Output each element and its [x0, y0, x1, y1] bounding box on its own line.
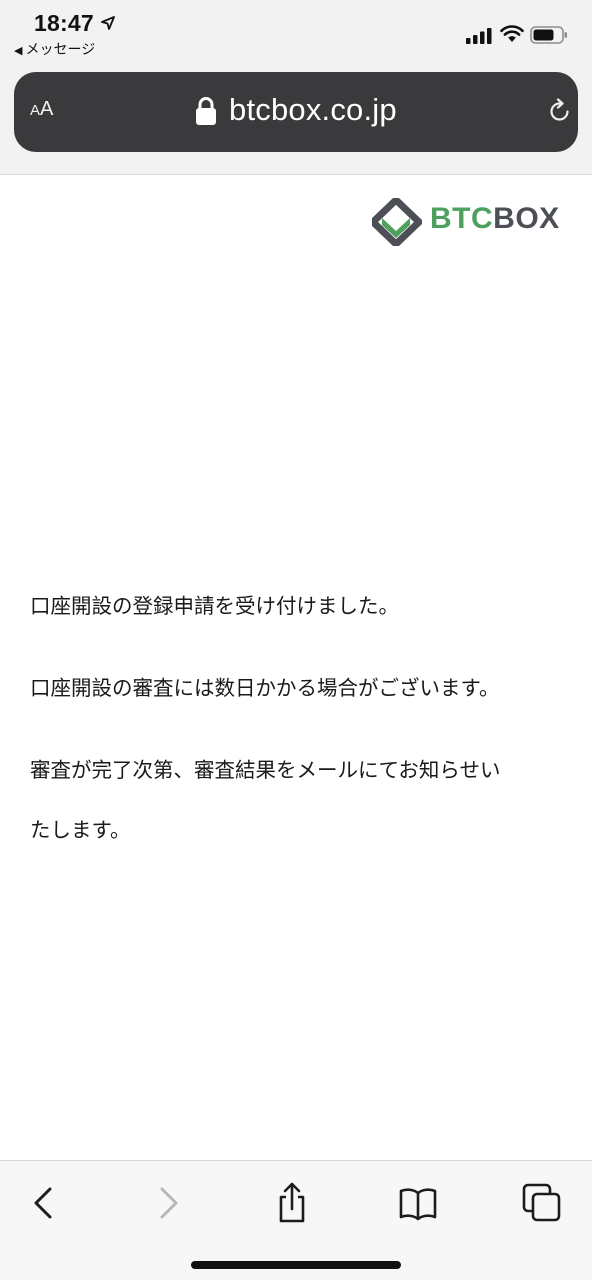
forward-icon[interactable]: [146, 1181, 190, 1225]
back-triangle-icon: ◀: [14, 44, 23, 57]
text-size-small-label: A: [30, 102, 41, 119]
back-app-label: メッセージ: [25, 42, 96, 58]
text-size-big-label: A: [40, 98, 54, 120]
lock-icon: [196, 97, 216, 125]
location-arrow-icon: [101, 16, 115, 30]
status-bar: 18:47 ◀ メッセージ: [0, 0, 592, 64]
address-bar[interactable]: AA btcbox.co.jp: [14, 72, 578, 152]
cellular-signal-icon: [466, 28, 492, 44]
wifi-icon: [500, 25, 524, 42]
safari-toolbar: [0, 1160, 592, 1280]
battery-icon: [530, 26, 567, 44]
logo-text-box: BOX: [493, 202, 560, 235]
back-to-app-link[interactable]: ◀ メッセージ: [14, 39, 95, 59]
reload-icon[interactable]: [548, 98, 572, 124]
registration-accepted-message: 口座開設の登録申請を受け付けました。: [30, 594, 399, 618]
review-duration-message: 口座開設の審査には数日かかる場合がございます。: [30, 676, 500, 700]
url-text[interactable]: btcbox.co.jp: [229, 92, 397, 128]
status-time: 18:47: [34, 10, 94, 36]
review-result-notice-line2: たします。: [30, 818, 131, 842]
bookmarks-icon[interactable]: [396, 1181, 440, 1225]
btcbox-logo-mark-icon: [372, 198, 422, 246]
safari-screen: 18:47 ◀ メッセージ AA btcbox.co.jp BTCBOX 口座開…: [0, 0, 592, 1280]
tabs-icon[interactable]: [520, 1181, 564, 1225]
back-icon[interactable]: [22, 1181, 66, 1225]
text-size-button[interactable]: AA: [30, 98, 53, 121]
btcbox-logo-text: BTCBOX: [430, 202, 560, 236]
share-icon[interactable]: [270, 1181, 314, 1225]
logo-text-btc: BTC: [430, 202, 494, 235]
address-area: AA btcbox.co.jp: [0, 64, 592, 175]
home-indicator[interactable]: [191, 1261, 401, 1269]
btcbox-logo[interactable]: BTCBOX: [372, 198, 568, 246]
review-result-notice-line1: 審査が完了次第、審査結果をメールにてお知らせい: [30, 758, 501, 782]
